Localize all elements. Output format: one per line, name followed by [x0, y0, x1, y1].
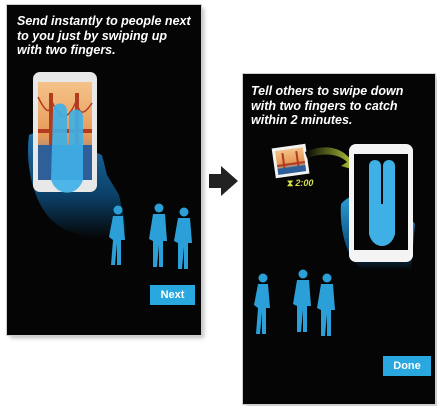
swoosh-arrow	[305, 147, 355, 170]
tutorial-screen-receive: Tell others to swipe down with two finge…	[243, 74, 435, 404]
people-silhouettes	[254, 269, 335, 336]
done-button[interactable]: Done	[383, 356, 431, 376]
two-fingers	[51, 103, 83, 193]
right-arrow-icon	[209, 166, 238, 196]
next-button[interactable]: Next	[150, 285, 195, 305]
timer-readout: ⧗ 2:00	[287, 178, 313, 189]
timer-text: 2:00	[295, 178, 314, 188]
swipe-down-illustration	[254, 143, 415, 336]
hourglass-icon: ⧗	[287, 178, 294, 188]
golden-gate-photo-icon	[271, 143, 310, 179]
tutorial-screen-send: Send instantly to people next to you jus…	[7, 5, 201, 335]
